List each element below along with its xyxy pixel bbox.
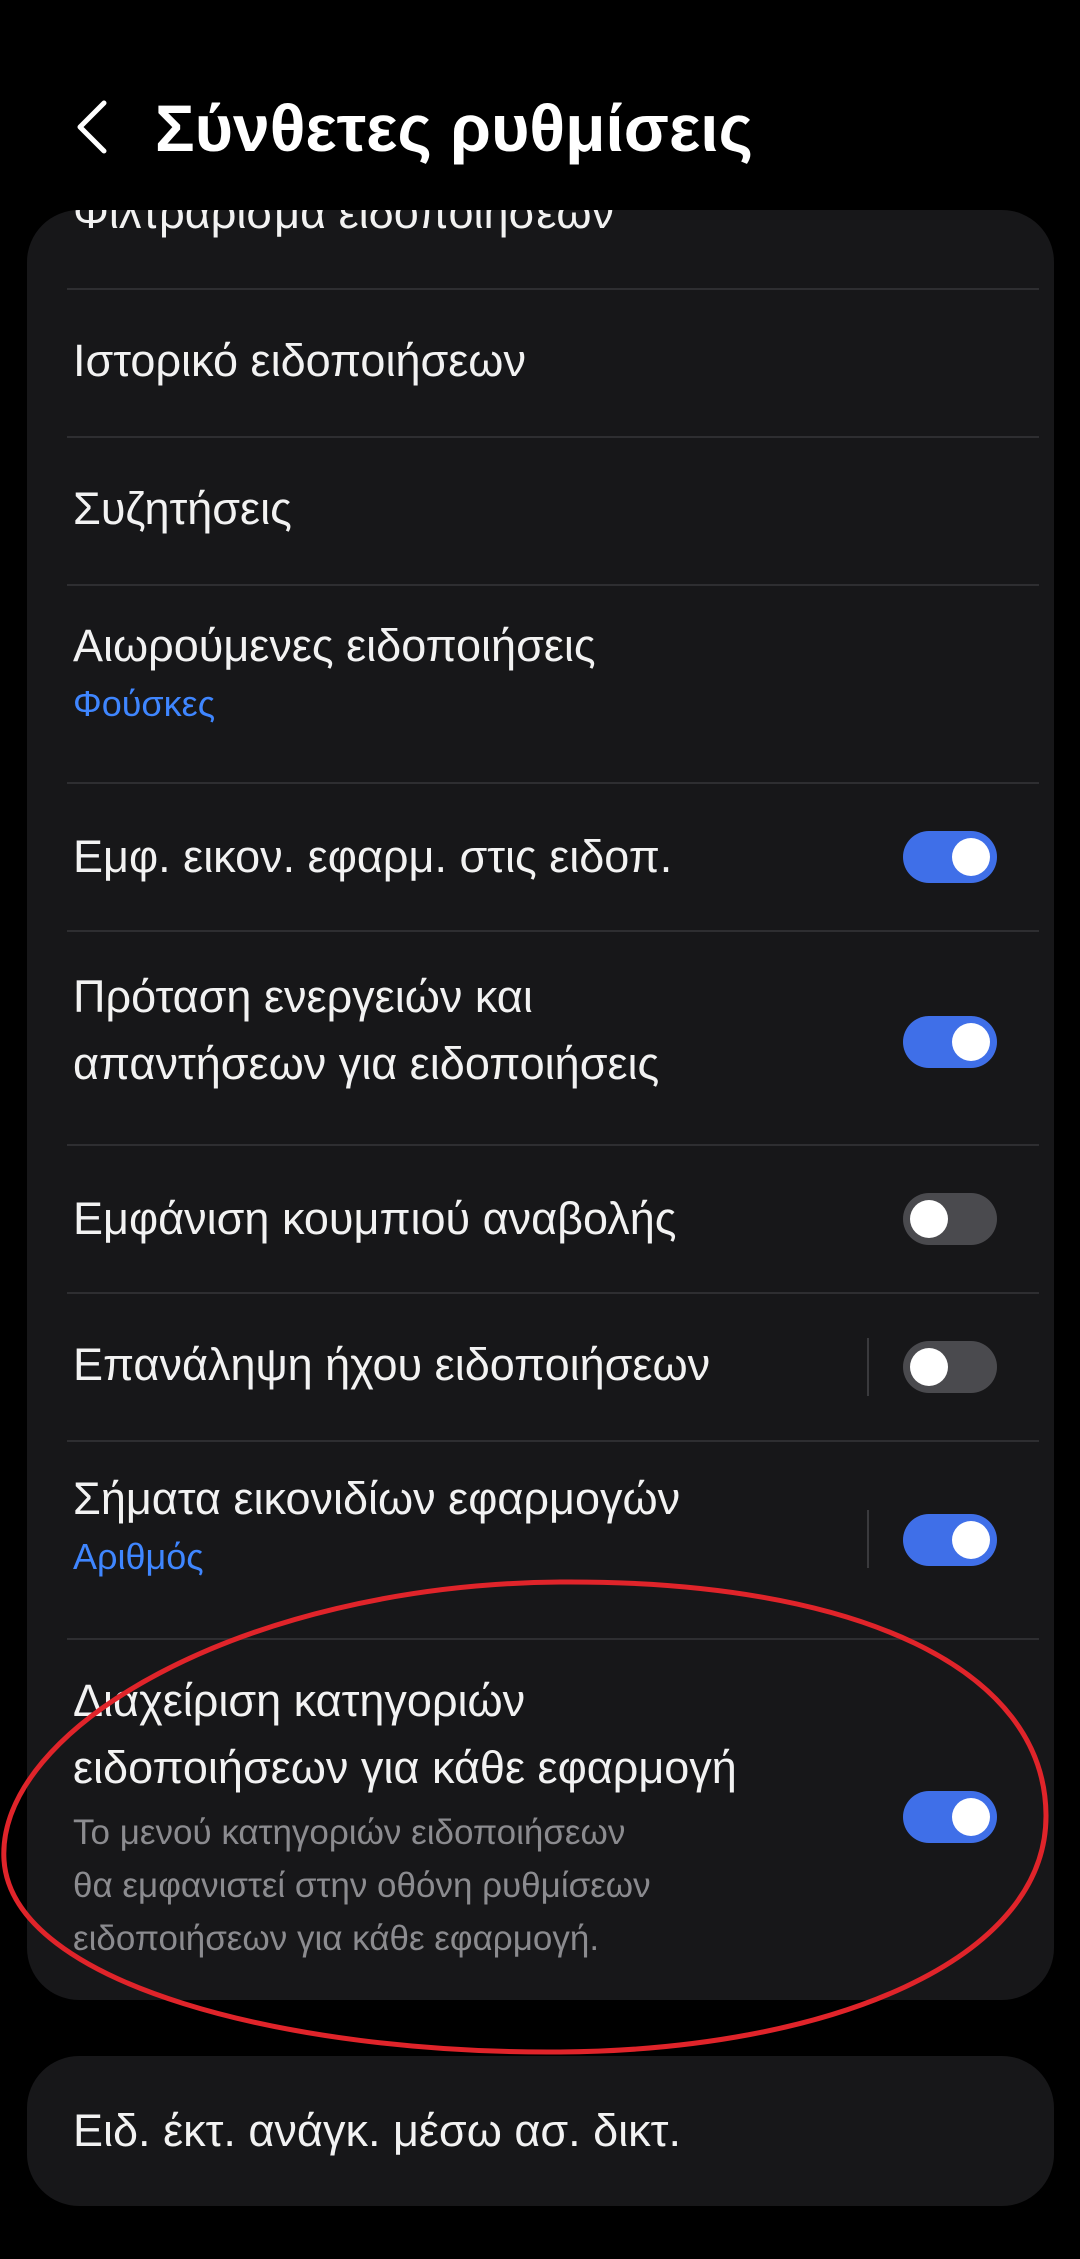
settings-item-suggested-actions[interactable]: Πρόταση ενεργειών και απαντήσεων για ειδ… [27, 932, 1054, 1144]
settings-item-notification-filtering[interactable]: Φιλτράρισμα ειδοποιήσεων [27, 210, 1054, 288]
settings-item-sublabel: Φούσκες [73, 683, 216, 724]
settings-item-label-line1: Πρόταση ενεργειών και [73, 971, 533, 1022]
settings-item-app-icon-badges[interactable]: Σήματα εικονιδίων εφαρμογών Αριθμός [27, 1442, 1054, 1638]
suggested-actions-toggle[interactable] [903, 1016, 997, 1068]
vertical-separator [867, 1510, 869, 1568]
settings-item-label-line2: απαντήσεων για ειδοποιήσεις [73, 1038, 660, 1089]
toggle-knob [952, 1521, 990, 1559]
settings-item-manage-notification-categories[interactable]: Διαχείριση κατηγοριών ειδοποιήσεων για κ… [27, 1640, 1054, 2000]
settings-item-label: Εμφ. εικον. εφαρμ. στις ειδοπ. [73, 831, 673, 882]
settings-item-desc-line1: Το μενού κατηγοριών ειδοποιήσεων [73, 1813, 626, 1852]
toggle-knob [952, 1798, 990, 1836]
back-button[interactable] [62, 92, 122, 162]
settings-item-label-line2: ειδοποιήσεων για κάθε εφαρμογή [73, 1742, 737, 1793]
repeat-sound-toggle[interactable] [903, 1341, 997, 1393]
settings-item-repeat-sound[interactable]: Επανάληψη ήχου ειδοποιήσεων [27, 1294, 1054, 1440]
settings-card: Φιλτράρισμα ειδοποιήσεων Ιστορικό ειδοπο… [27, 210, 1054, 2000]
toggle-knob [910, 1200, 948, 1238]
settings-item-label: Φιλτράρισμα ειδοποιήσεων [73, 210, 615, 238]
toggle-knob [910, 1348, 948, 1386]
toggle-knob [952, 838, 990, 876]
settings-item-desc-line3: ειδοποιήσεων για κάθε εφαρμογή. [73, 1919, 600, 1958]
show-app-icons-toggle[interactable] [903, 831, 997, 883]
settings-item-label: Ειδ. έκτ. ανάγκ. μέσω ασ. δικτ. [73, 2105, 681, 2156]
settings-item-floating-notifications[interactable]: Αιωρούμενες ειδοποιήσεις Φούσκες [27, 586, 1054, 782]
settings-item-label-line1: Διαχείριση κατηγοριών [73, 1675, 526, 1726]
toggle-knob [952, 1023, 990, 1061]
app-icon-badges-toggle[interactable] [903, 1514, 997, 1566]
page-title: Σύνθετες ρυθμίσεις [155, 91, 753, 165]
settings-item-desc-line2: θα εμφανιστεί στην οθόνη ρυθμίσεων [73, 1866, 651, 1905]
settings-item-snooze-button[interactable]: Εμφάνιση κουμπιού αναβολής [27, 1146, 1054, 1292]
emergency-alerts-card[interactable]: Ειδ. έκτ. ανάγκ. μέσω ασ. δικτ. [27, 2056, 1054, 2206]
settings-item-conversations[interactable]: Συζητήσεις [27, 438, 1054, 584]
settings-item-label: Συζητήσεις [73, 483, 292, 534]
settings-item-label: Αιωρούμενες ειδοποιήσεις [73, 620, 596, 671]
snooze-button-toggle[interactable] [903, 1193, 997, 1245]
settings-item-sublabel: Αριθμός [73, 1536, 204, 1577]
settings-item-label: Ιστορικό ειδοποιήσεων [73, 335, 526, 386]
settings-item-label: Σήματα εικονιδίων εφαρμογών [73, 1473, 681, 1524]
manage-categories-toggle[interactable] [903, 1791, 997, 1843]
settings-item-label: Εμφάνιση κουμπιού αναβολής [73, 1193, 677, 1244]
vertical-separator [867, 1338, 869, 1396]
settings-item-notification-history[interactable]: Ιστορικό ειδοποιήσεων [27, 290, 1054, 436]
settings-item-label: Επανάληψη ήχου ειδοποιήσεων [73, 1339, 711, 1390]
app-header: Σύνθετες ρυθμίσεις [0, 0, 1080, 200]
chevron-left-icon [77, 100, 107, 154]
settings-item-show-app-icons[interactable]: Εμφ. εικον. εφαρμ. στις ειδοπ. [27, 784, 1054, 930]
